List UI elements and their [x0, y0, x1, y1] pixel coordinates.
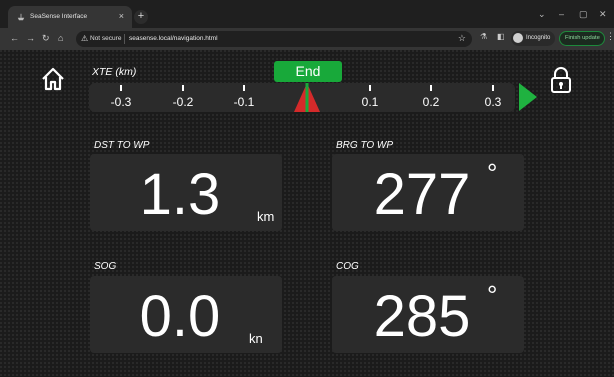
plus-icon[interactable]: + [134, 10, 148, 24]
tab-title: SeaSense Interface [30, 13, 88, 20]
navigation-screen: XTE (km) -0.3 -0.2 -0.1 0.1 0.2 0.3 End … [0, 50, 614, 377]
url-text[interactable]: seasense.local/navigation.html [129, 35, 218, 42]
incognito-label: Incognito [526, 35, 551, 41]
xte-tick [120, 85, 122, 91]
window-close-icon[interactable]: ✕ [599, 9, 607, 20]
dst-panel: 1.3 km [90, 154, 282, 231]
brg-panel: 277 ° [332, 154, 524, 231]
tab-search-icon[interactable]: ⌄ [538, 9, 546, 20]
sidepanel-icon[interactable]: ◧ [497, 32, 505, 41]
extensions-icon[interactable]: ⚗ [480, 32, 487, 41]
lock-icon[interactable] [548, 66, 574, 94]
ship-favicon [17, 13, 25, 21]
sog-value: 0.0 [139, 284, 221, 349]
cog-label: COG [336, 261, 359, 272]
cog-value: 285 [373, 284, 471, 349]
tab-seasense[interactable]: SeaSense Interface × [8, 6, 132, 28]
dst-label: DST TO WP [94, 140, 150, 151]
home-icon[interactable] [40, 66, 66, 92]
end-waypoint-badge[interactable]: End [274, 61, 342, 82]
xte-label: XTE (km) [92, 66, 137, 78]
finish-update-label: Finish update [565, 35, 600, 41]
close-icon[interactable]: × [119, 11, 124, 21]
brg-unit: ° [487, 158, 498, 188]
restore-icon[interactable]: ▢ [579, 9, 588, 20]
xte-tick-label: 0.1 [361, 95, 379, 109]
xte-tick [369, 85, 371, 91]
home-icon[interactable]: ⌂ [58, 33, 63, 43]
back-icon[interactable]: ← [10, 33, 19, 43]
security-label[interactable]: Not secure [90, 35, 121, 42]
xte-tick [243, 85, 245, 91]
xte-tick-label: 0.2 [422, 95, 440, 109]
xte-tick [492, 85, 494, 91]
incognito-badge[interactable]: Incognito [511, 31, 555, 46]
dst-value: 1.3 [139, 162, 221, 227]
finish-update-button[interactable]: Finish update [559, 31, 605, 46]
reload-icon[interactable]: ↻ [42, 33, 50, 44]
sog-panel: 0.0 kn [90, 276, 282, 353]
xte-tick [182, 85, 184, 91]
xte-tick-label: -0.3 [110, 95, 132, 109]
minimize-icon[interactable]: – [559, 9, 564, 19]
tab-strip: SeaSense Interface × + ⌄ – ▢ ✕ [0, 0, 614, 28]
incognito-icon [513, 33, 523, 43]
steer-right-arrow-icon [519, 83, 537, 111]
brg-value: 277 [373, 162, 471, 227]
star-icon[interactable]: ☆ [458, 33, 466, 44]
warning-icon[interactable]: ⚠ [81, 34, 88, 43]
boat-icon [294, 83, 320, 112]
cog-panel: 285 ° [332, 276, 524, 353]
cog-unit: ° [487, 280, 498, 310]
xte-tick-label: -0.1 [233, 95, 255, 109]
brg-label: BRG TO WP [336, 140, 394, 151]
sog-label: SOG [94, 261, 117, 272]
xte-tick [430, 85, 432, 91]
sog-unit: kn [249, 331, 263, 346]
dst-unit: km [257, 209, 275, 224]
forward-icon[interactable]: → [26, 33, 35, 43]
xte-tick-label: -0.2 [172, 95, 194, 109]
xte-tick-label: 0.3 [484, 95, 502, 109]
address-bar[interactable]: ⚠ Not secure seasense.local/navigation.h… [76, 31, 472, 47]
divider [124, 34, 125, 44]
menu-icon[interactable]: ⋮ [606, 31, 614, 42]
